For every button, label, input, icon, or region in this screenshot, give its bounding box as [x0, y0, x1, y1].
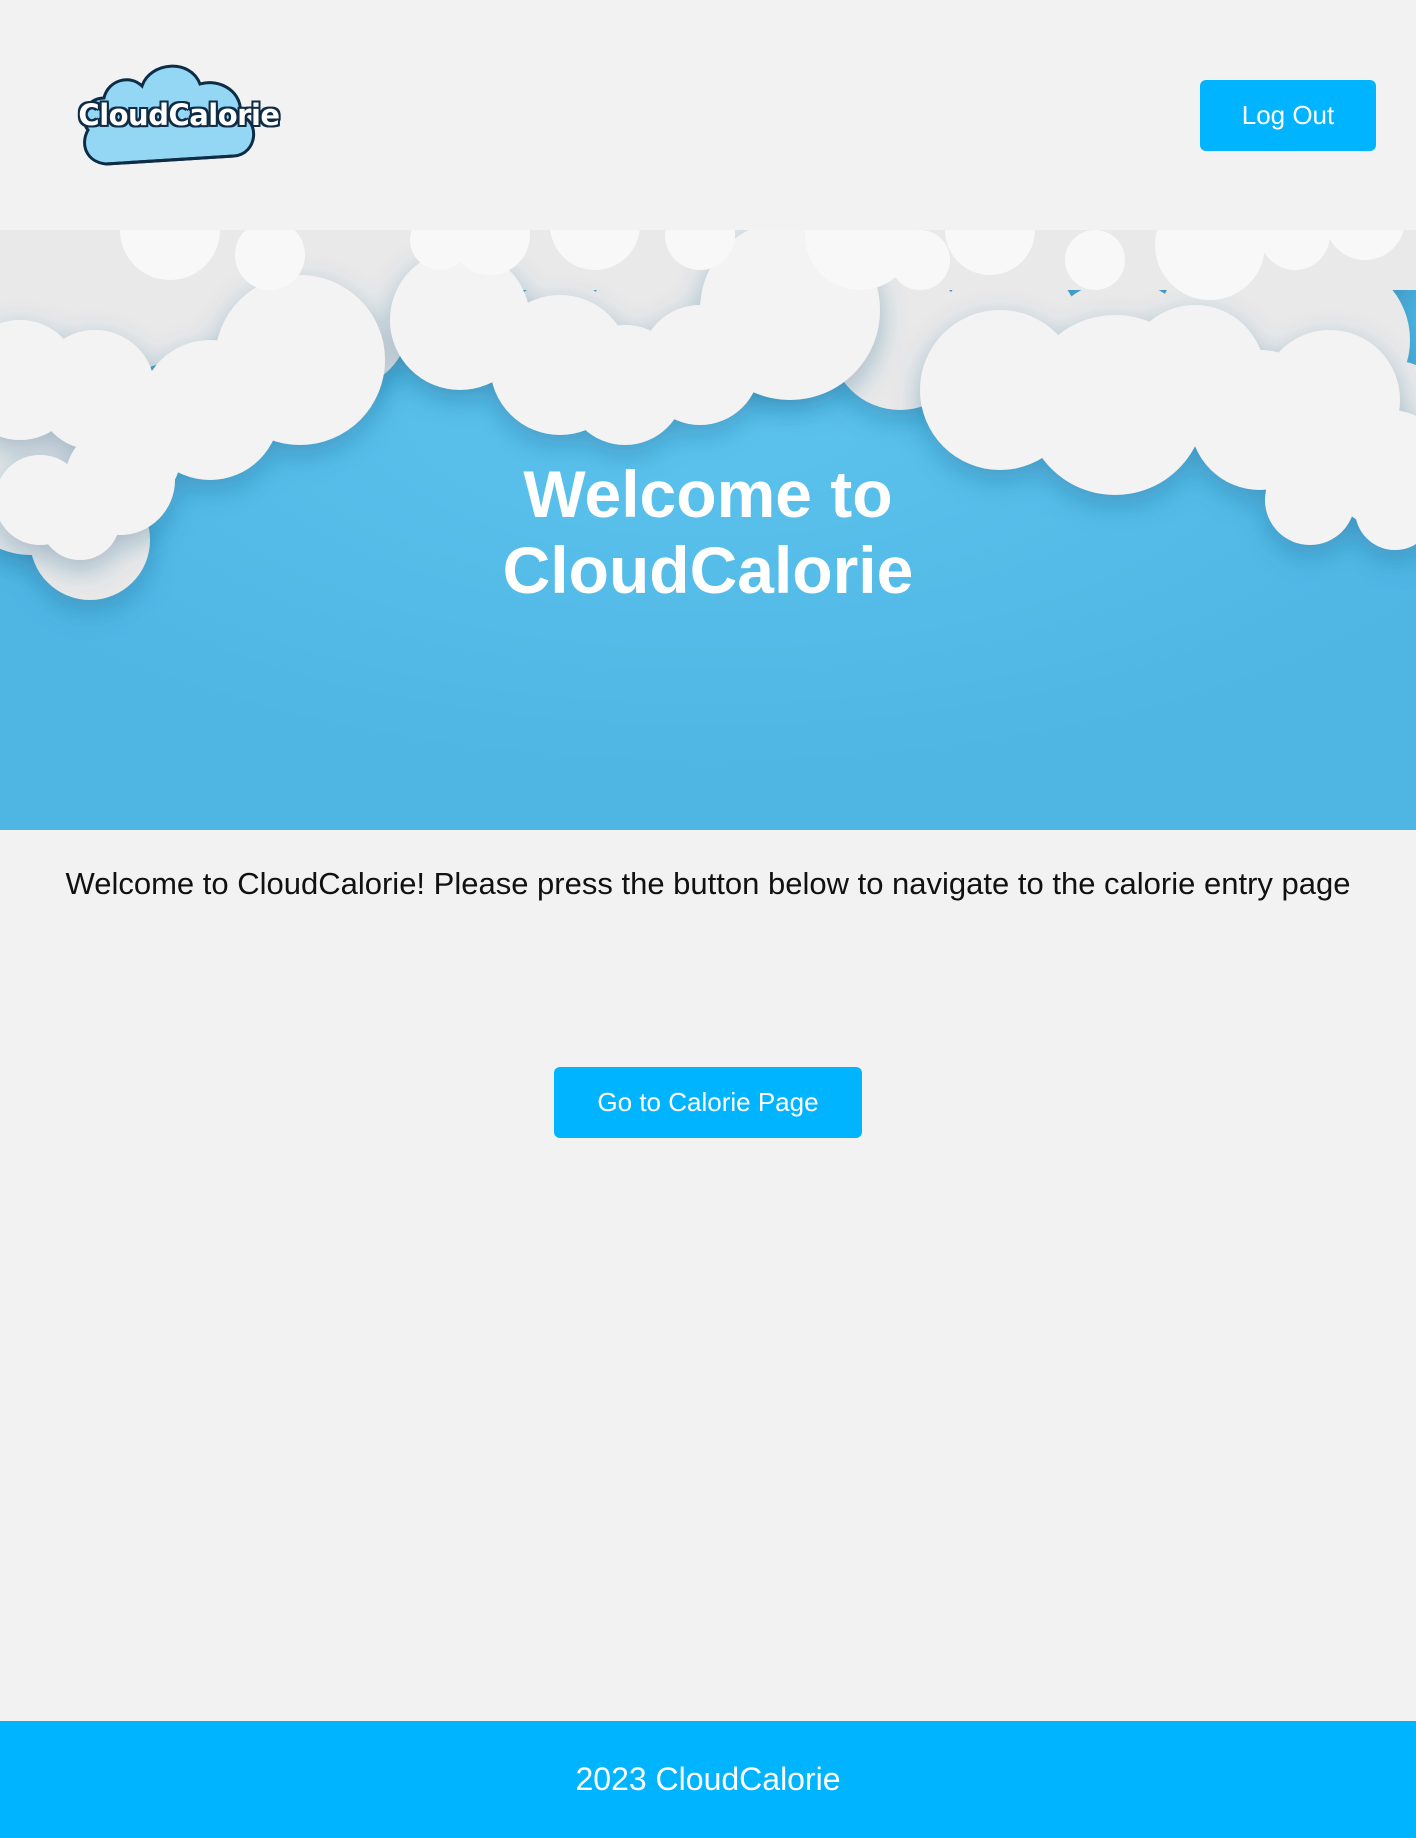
page: CloudCalorie Log Out Welcome to CloudCal… [0, 0, 1416, 1838]
site-header: CloudCalorie Log Out [0, 0, 1416, 230]
logo[interactable]: CloudCalorie [72, 58, 286, 170]
intro-text: Welcome to CloudCalorie! Please press th… [65, 866, 1351, 901]
site-footer: 2023 CloudCalorie [0, 1721, 1416, 1838]
footer-copyright: 2023 CloudCalorie [575, 1761, 841, 1797]
hero-title: Welcome to CloudCalorie [502, 457, 914, 607]
hero-banner: Welcome to CloudCalorie [0, 230, 1416, 830]
log-out-button[interactable]: Log Out [1200, 80, 1376, 151]
logo-text: CloudCalorie [78, 98, 280, 132]
go-to-calorie-page-button[interactable]: Go to Calorie Page [554, 1067, 862, 1138]
